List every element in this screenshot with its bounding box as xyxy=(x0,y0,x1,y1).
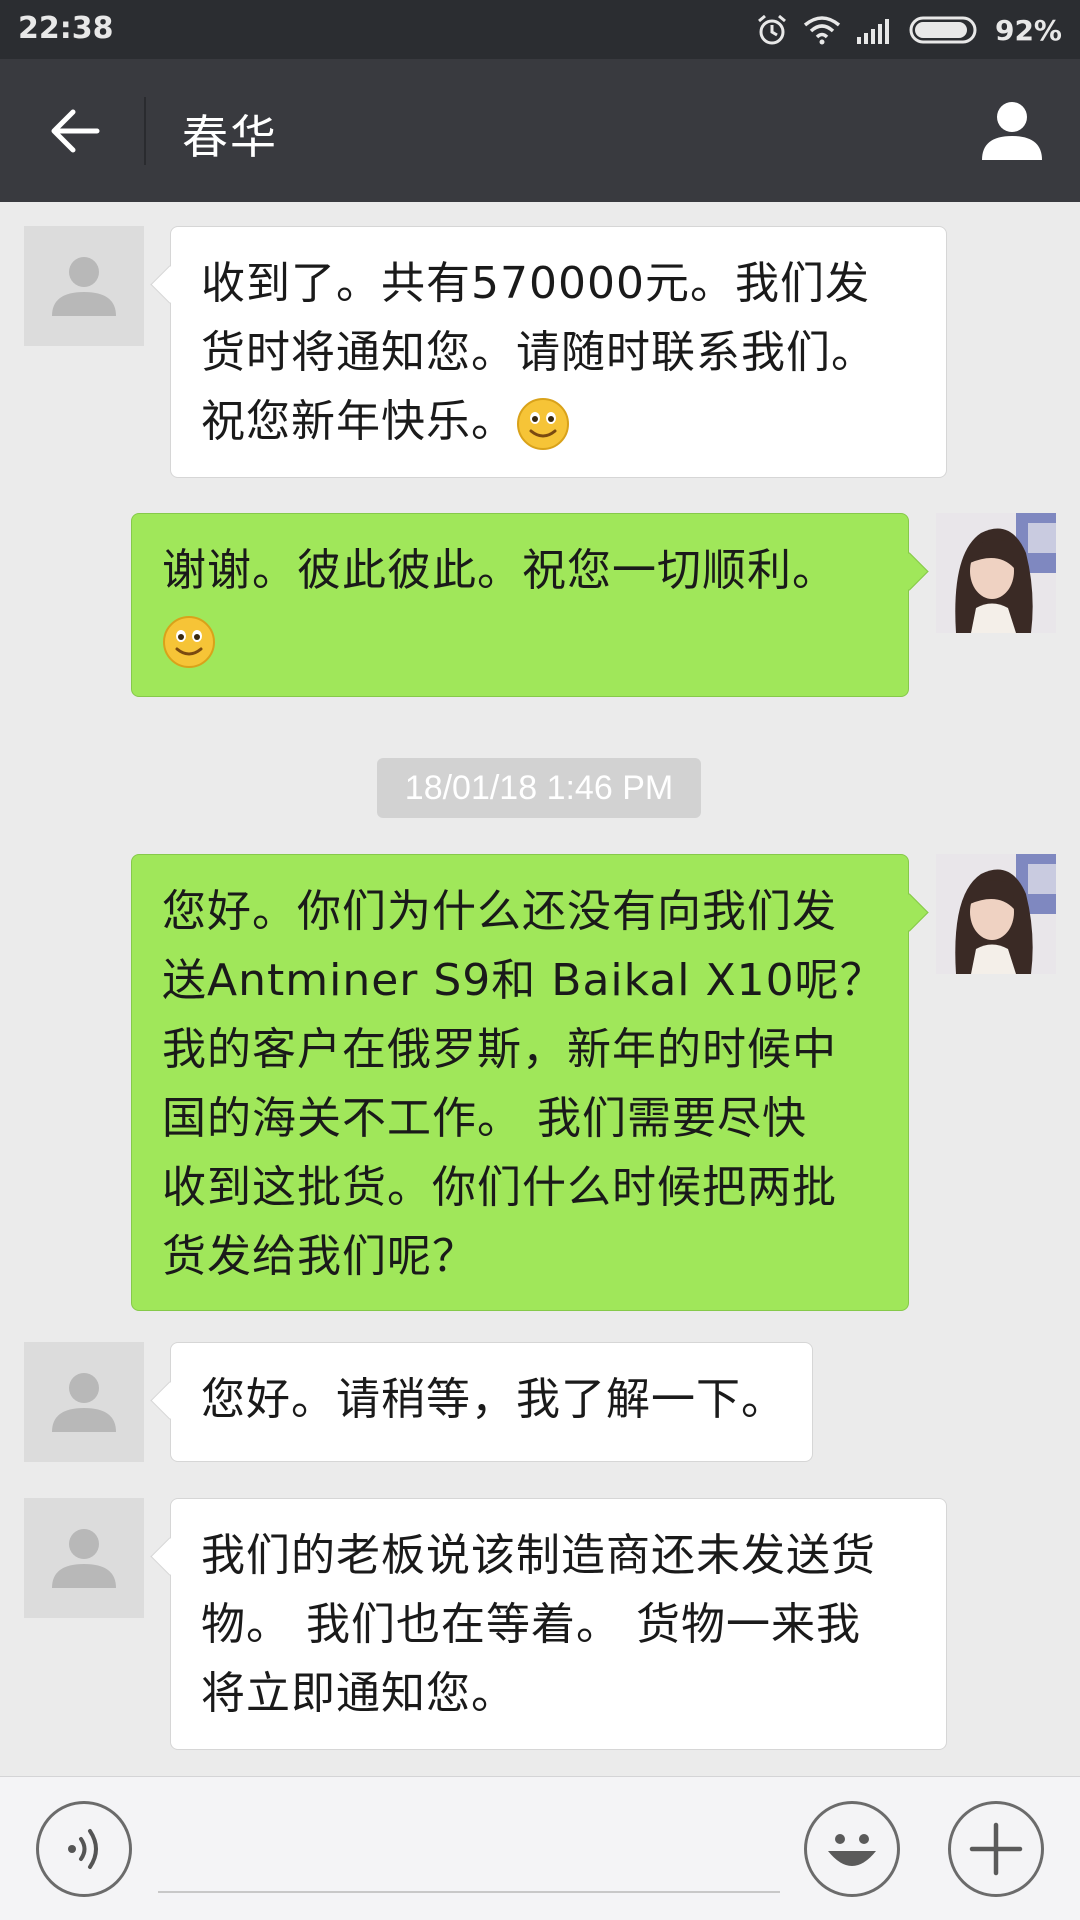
message-bubble-incoming[interactable]: 收到了。共有570000元。我们发 货时将通知您。请随时联系我们。 祝您新年快乐… xyxy=(170,226,947,478)
status-time: 22:38 xyxy=(18,11,114,46)
plus-icon xyxy=(969,1822,1023,1876)
battery-icon xyxy=(909,16,977,44)
message-bubble-incoming[interactable]: 我们的老板说该制造商还未发送货 物。 我们也在等着。 货物一来我 将立即通知您。 xyxy=(170,1498,947,1750)
user-photo xyxy=(936,854,1056,974)
message-line: 我们的老板说该制造商还未发送货 xyxy=(201,1530,876,1581)
header-divider xyxy=(144,97,146,165)
battery-percent: 92% xyxy=(994,13,1062,47)
message-line: 将立即通知您。 xyxy=(201,1668,516,1719)
plus-button[interactable] xyxy=(948,1801,1044,1897)
message-line: 您好。请稍等，我了解一下。 xyxy=(201,1374,786,1425)
emoji-button[interactable] xyxy=(804,1801,900,1897)
message-line: 收到了。共有570000元。我们发 xyxy=(201,258,870,309)
message-line: 送Antminer S9和 Baikal X10呢？ xyxy=(162,955,885,1006)
message-line: 货发给我们呢？ xyxy=(162,1231,477,1282)
default-avatar-icon xyxy=(52,1373,116,1432)
message-line: 物。 我们也在等着。 货物一来我 xyxy=(201,1599,861,1650)
voice-icon xyxy=(68,1829,98,1869)
smile-emoji xyxy=(517,398,569,450)
status-icons: 92% xyxy=(755,10,1062,50)
person-icon xyxy=(982,102,1042,160)
contact-avatar[interactable] xyxy=(24,1342,144,1462)
smile-emoji xyxy=(163,616,215,668)
message-bubble-incoming[interactable]: 您好。请稍等，我了解一下。 xyxy=(170,1342,813,1462)
my-avatar[interactable] xyxy=(936,854,1056,974)
input-bar xyxy=(0,1776,1080,1920)
message-list[interactable]: 收到了。共有570000元。我们发 货时将通知您。请随时联系我们。 祝您新年快乐… xyxy=(0,202,1080,1776)
default-avatar-icon xyxy=(52,1529,116,1588)
message-line: 收到这批货。你们什么时候把两批 xyxy=(162,1162,837,1213)
emoji-icon xyxy=(828,1834,876,1866)
message-line: 谢谢。彼此彼此。祝您一切顺利。 xyxy=(162,545,837,596)
default-avatar-icon xyxy=(52,257,116,316)
message-line: 我的客户在俄罗斯，新年的时候中 xyxy=(162,1024,837,1075)
message-line-with-emoji: 祝您新年快乐。 xyxy=(201,387,916,456)
my-avatar[interactable] xyxy=(936,513,1056,633)
user-photo xyxy=(936,513,1056,633)
status-bar: 22:38 92% xyxy=(0,0,1080,59)
message-bubble-outgoing[interactable]: 您好。你们为什么还没有向我们发 送Antminer S9和 Baikal X10… xyxy=(131,854,909,1311)
message-line-emoji xyxy=(162,605,878,674)
arrow-left-icon xyxy=(51,109,100,153)
signal-icon xyxy=(856,19,889,44)
message-line-text: 祝您新年快乐。 xyxy=(201,396,516,447)
profile-button[interactable] xyxy=(974,95,1050,167)
contact-avatar[interactable] xyxy=(24,1498,144,1618)
message-line: 国的海关不工作。 我们需要尽快 xyxy=(162,1093,807,1144)
alarm-icon xyxy=(758,14,786,45)
message-input[interactable] xyxy=(158,1817,780,1893)
message-line: 货时将通知您。请随时联系我们。 xyxy=(201,327,876,378)
message-timestamp: 18/01/18 1:46 PM xyxy=(377,758,701,818)
contact-avatar[interactable] xyxy=(24,226,144,346)
voice-button[interactable] xyxy=(36,1801,132,1897)
back-button[interactable] xyxy=(30,95,120,167)
wifi-icon xyxy=(803,16,841,45)
chat-title: 春华 xyxy=(182,110,278,164)
chat-header: 春华 xyxy=(0,59,1080,202)
message-bubble-outgoing[interactable]: 谢谢。彼此彼此。祝您一切顺利。 xyxy=(131,513,909,697)
message-line: 您好。你们为什么还没有向我们发 xyxy=(162,886,837,937)
